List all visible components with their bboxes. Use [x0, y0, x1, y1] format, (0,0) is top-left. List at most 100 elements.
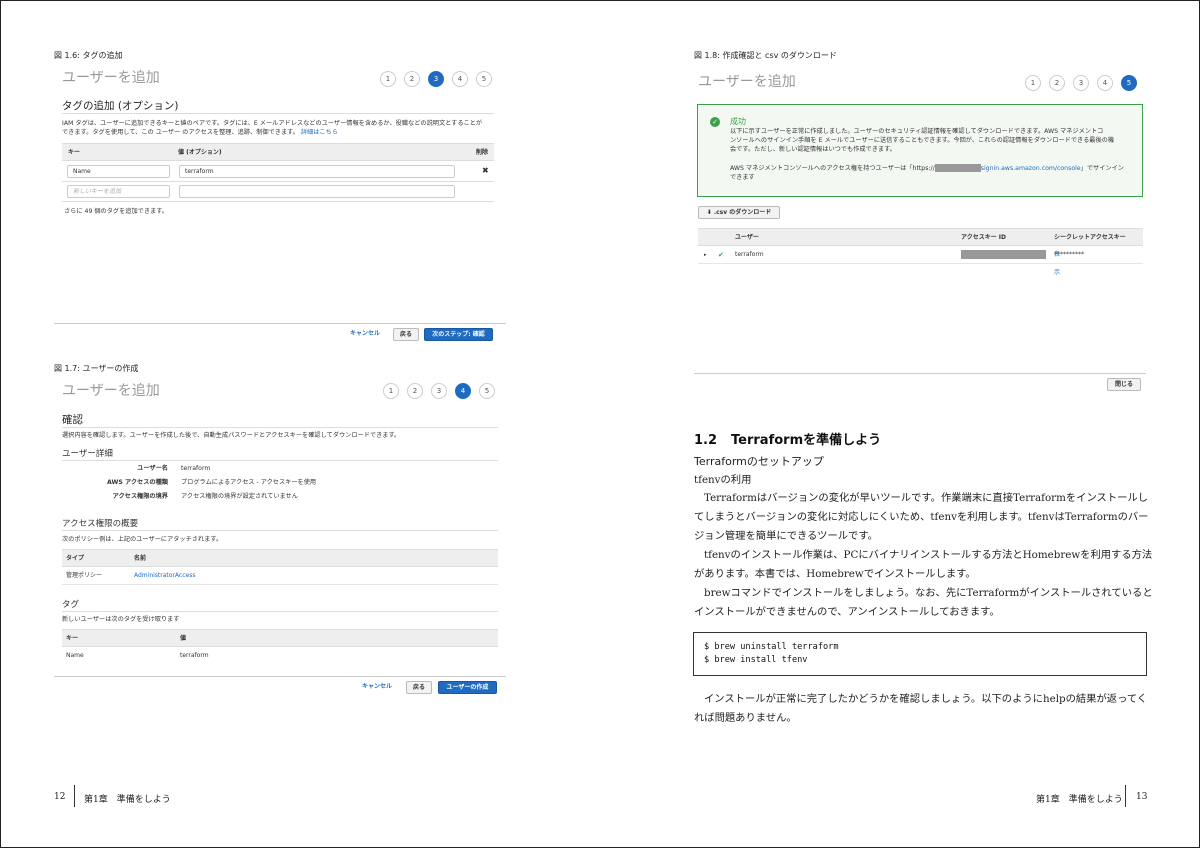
tag-description: IAM タグは、ユーザーに追加できるキーと値のペアです。タグには、E メールアド… — [62, 119, 502, 137]
step-1[interactable]: 1 — [383, 383, 399, 399]
col-key: キー — [66, 635, 79, 642]
detail-value: アクセス権限の境界が設定されていません — [181, 493, 298, 500]
step-3[interactable]: 3 — [431, 383, 447, 399]
cancel-button[interactable]: キャンセル — [356, 681, 398, 694]
page-number: 12 — [54, 792, 66, 802]
close-button[interactable]: 閉じる — [1107, 378, 1141, 391]
credentials-table-header: ユーザー アクセスキー ID シークレットアクセスキー — [698, 228, 1143, 246]
wizard-title: ユーザーを追加 — [698, 74, 796, 90]
tag-table-header: キー 値 (オプション) 削除 — [62, 143, 494, 161]
policy-type: 管理ポリシー — [66, 572, 103, 579]
redacted-account-id — [934, 164, 981, 172]
page-number: 13 — [1136, 792, 1148, 802]
section-title: 確認 — [62, 414, 83, 426]
permissions-heading: アクセス権限の概要 — [62, 519, 139, 529]
col-delete: 削除 — [476, 149, 489, 156]
step-1[interactable]: 1 — [1025, 75, 1041, 91]
divider — [62, 427, 498, 428]
subsection-heading: Terraformのセットアップ — [694, 455, 824, 468]
divider — [62, 460, 498, 461]
step-1[interactable]: 1 — [380, 71, 396, 87]
section-title: Terraformを準備しよう — [731, 433, 882, 448]
back-button[interactable]: 戻る — [393, 328, 419, 341]
step-4[interactable]: 4 — [455, 383, 471, 399]
step-5[interactable]: 5 — [479, 383, 495, 399]
next-step-button[interactable]: 次のステップ: 確認 — [424, 328, 493, 341]
code-block: $ brew uninstall terraform $ brew install… — [693, 632, 1147, 676]
code-line: $ brew install tfenv — [704, 655, 808, 665]
row-user: terraform — [735, 251, 764, 258]
figure-caption: 図 1.6: タグの追加 — [54, 51, 123, 60]
paragraph-line: インストールができませんので、アンインストールしておきます。 — [694, 606, 1000, 618]
figure-caption: 図 1.7: ユーザーの作成 — [54, 364, 139, 373]
tag-key-input[interactable]: Name — [67, 165, 170, 178]
step-3[interactable]: 3 — [428, 71, 444, 87]
tag-value: terraform — [180, 652, 209, 659]
paragraph-line: brewコマンドでインストールをしましょう。なお、先にTerraformがインス… — [704, 587, 1153, 599]
description-line: できます。タグを使用して、この ユーザー のアクセスを整理、追跡、制御できます。… — [62, 128, 502, 137]
col-name: 名前 — [134, 555, 147, 562]
col-key: キー — [68, 149, 81, 156]
tag-value-input[interactable]: terraform — [179, 165, 455, 178]
step-4[interactable]: 4 — [452, 71, 468, 87]
paragraph-line: があります。本書では、Homebrewでインストールします。 — [694, 568, 976, 580]
success-alert: ✓ 成功 以下に示すユーザーを正常に作成しました。ユーザーのセキュリティ認証情報… — [697, 104, 1143, 197]
wizard-title: ユーザーを追加 — [62, 70, 160, 86]
subsubsection-heading: tfenvの利用 — [694, 474, 752, 486]
create-user-button[interactable]: ユーザーの作成 — [438, 681, 497, 694]
detail-label: ユーザー名 — [137, 465, 168, 472]
back-button[interactable]: 戻る — [406, 681, 432, 694]
success-title: 成功 — [730, 117, 746, 126]
step-3[interactable]: 3 — [1073, 75, 1089, 91]
wizard-steps: 1 2 3 4 5 — [380, 71, 492, 87]
divider — [62, 611, 498, 612]
success-message: 以下に示すユーザーを正常に作成しました。ユーザーのセキュリティ認証情報を確認して… — [730, 127, 1140, 154]
signin-suffix: 」でサインイン — [1080, 165, 1124, 172]
learn-more-link[interactable]: 詳細はこちら — [301, 129, 338, 136]
step-2[interactable]: 2 — [1049, 75, 1065, 91]
success-check-icon: ✓ — [710, 117, 720, 127]
step-5[interactable]: 5 — [476, 71, 492, 87]
new-key-input[interactable]: 新しいキーを追加 — [67, 185, 170, 198]
section-heading: 1.2 Terraformを準備しよう — [694, 429, 881, 448]
table-row: ▸ ✔ terraform ********** 表示 — [698, 246, 1143, 276]
download-label: .csv のダウンロード — [713, 209, 772, 216]
show-secret-link[interactable]: 表示 — [1054, 246, 1060, 282]
download-csv-button[interactable]: ⬇ .csv のダウンロード — [698, 206, 780, 219]
step-4[interactable]: 4 — [1097, 75, 1113, 91]
policy-name-link[interactable]: AdministratorAccess — [134, 567, 195, 585]
step-2[interactable]: 2 — [404, 71, 420, 87]
paragraph-line: tfenvのインストール作業は、PCにバイナリインストールする方法とHomebr… — [704, 549, 1153, 561]
user-details-heading: ユーザー詳細 — [62, 449, 113, 459]
new-value-input[interactable] — [179, 185, 455, 198]
paragraph-line: インストールが正常に完了したかどうかを確認しましょう。以下のようにhelpの結果… — [704, 693, 1148, 705]
signin-note: AWS マネジメントコンソールへのアクセス権を持つユーザーは「https:// s… — [730, 164, 1140, 182]
expand-arrow-icon[interactable]: ▸ — [704, 246, 707, 264]
chapter-title: 第1章 準備をしよう — [1036, 795, 1123, 805]
paragraph-line: れば問題ありません。 — [694, 712, 797, 724]
paragraph-line: ジョン管理を簡単にできるツールです。 — [694, 530, 878, 542]
review-description: 選択内容を確認します。ユーザーを作成した後で、自動生成パスワードとアクセスキーを… — [62, 432, 401, 439]
detail-value: プログラムによるアクセス - アクセスキーを使用 — [181, 479, 317, 486]
step-5[interactable]: 5 — [1121, 75, 1137, 91]
success-line: ンソールへのサインイン手順を E メールでユーザーに送信することもできます。今回… — [730, 137, 1115, 144]
permissions-description: 次のポリシー例は、上記のユーザーにアタッチされます。 — [62, 536, 223, 543]
remaining-tags-note: さらに 49 個のタグを追加できます。 — [64, 208, 168, 215]
description-text: できます。タグを使用して、この ユーザー のアクセスを整理、追跡、制御できます。 — [62, 129, 299, 136]
col-secret-key: シークレットアクセスキー — [1054, 234, 1126, 241]
detail-label: AWS アクセスの種類 — [107, 479, 168, 486]
cancel-button[interactable]: キャンセル — [344, 328, 386, 341]
chapter-title: 第1章 準備をしよう — [84, 795, 171, 805]
signin-url-link[interactable]: signin.aws.amazon.com/console — [981, 165, 1081, 172]
tags-heading: タグ — [62, 600, 80, 610]
description-line: IAM タグは、ユーザーに追加できるキーと値のペアです。タグには、E メールアド… — [62, 120, 483, 127]
wizard-steps: 1 2 3 4 5 — [1025, 75, 1137, 91]
delete-icon[interactable]: ✖ — [482, 166, 489, 175]
success-line: 会です。ただし、新しい認証情報はいつでも作成できます。 — [730, 146, 896, 153]
step-2[interactable]: 2 — [407, 383, 423, 399]
footer-divider — [54, 676, 506, 677]
footer-divider — [694, 373, 1146, 374]
footer-separator — [1125, 785, 1126, 807]
signin-prefix: AWS マネジメントコンソールへのアクセス権を持つユーザーは「https:// — [730, 165, 935, 172]
success-line: 以下に示すユーザーを正常に作成しました。ユーザーのセキュリティ認証情報を確認して… — [730, 128, 1104, 135]
